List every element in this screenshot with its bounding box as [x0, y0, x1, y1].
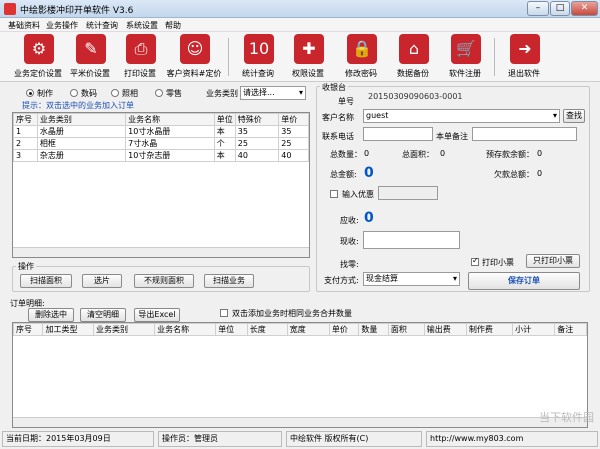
- discount-checkbox[interactable]: [330, 190, 338, 198]
- merge-quantity-checkbox[interactable]: [220, 309, 228, 317]
- radio-photo[interactable]: [111, 89, 119, 97]
- printer-icon: ⎙: [126, 34, 156, 64]
- remark-input[interactable]: [472, 127, 577, 141]
- home-icon: ⌂: [399, 34, 429, 64]
- received-input[interactable]: [363, 231, 460, 249]
- radio-retail-label: 零售: [166, 89, 182, 98]
- status-copyright: 中绘软件 版权所有(C): [286, 431, 422, 447]
- menu-basic-data[interactable]: 基础资料: [8, 20, 40, 31]
- print-ticket-checkbox[interactable]: [471, 256, 479, 266]
- print-ticket-label: 打印小票: [482, 258, 514, 267]
- app-logo-icon: [4, 3, 16, 15]
- cashier-title: 收银台: [320, 82, 348, 93]
- menu-business[interactable]: 业务操作: [46, 20, 78, 31]
- menu-settings[interactable]: 系统设置: [126, 20, 158, 31]
- save-order-button[interactable]: 保存订单: [468, 272, 580, 290]
- merge-quantity-label: 双击添加业务时相同业务合并数量: [232, 309, 352, 318]
- radio-retail[interactable]: [155, 89, 163, 97]
- horizontal-scrollbar[interactable]: [13, 417, 587, 427]
- maximize-button[interactable]: □: [550, 1, 570, 16]
- change-label: 找零:: [340, 260, 359, 269]
- minimize-button[interactable]: –: [527, 1, 549, 16]
- deposit-label: 预存款余额：: [486, 150, 534, 159]
- table-row[interactable]: 2 相框 7寸水晶 个 25 25: [13, 137, 309, 150]
- irregular-area-button[interactable]: 不规则面积: [134, 274, 194, 288]
- received-label: 现收:: [340, 237, 359, 246]
- total-area-value: 0: [440, 149, 446, 158]
- exit-arrow-icon: ➜: [510, 34, 540, 64]
- owed-value: 0: [537, 169, 543, 178]
- total-qty-label: 总数量：: [330, 150, 362, 159]
- dropdown-arrow-icon: ▾: [552, 111, 557, 120]
- owed-label: 欠款总额：: [494, 170, 534, 179]
- search-customer-button[interactable]: 查找: [563, 109, 585, 123]
- order-no-value: 20150309090603-0001: [368, 92, 463, 101]
- items-table: 序号 业务类别 业务名称 单位 特殊价 单价 1 水晶册 10寸水晶册 本 35…: [12, 112, 310, 258]
- shield-icon: ✚: [294, 34, 324, 64]
- dropdown-arrow-icon: ▾: [452, 274, 457, 283]
- order-no-label: 单号: [338, 97, 354, 106]
- export-excel-button[interactable]: 导出Excel: [134, 308, 180, 322]
- status-date: 当前日期：2015年03月09日: [2, 431, 154, 447]
- category-select[interactable]: 请选择... ▾: [240, 86, 306, 100]
- gear-icon: ⚙: [24, 34, 54, 64]
- radio-production[interactable]: [26, 89, 34, 97]
- status-operator: 操作员：管理员: [158, 431, 282, 447]
- receivable-value: 0: [364, 210, 374, 226]
- total-qty-value: 0: [364, 149, 370, 158]
- table-header: 序号 业务类别 业务名称 单位 特殊价 单价: [13, 113, 309, 126]
- window-title: 中绘影楼冲印开单软件 V3.6: [20, 6, 134, 16]
- delete-selected-button[interactable]: 删除选中: [28, 308, 74, 322]
- menu-statistics[interactable]: 统计查询: [86, 20, 118, 31]
- menu-help[interactable]: 帮助: [165, 20, 181, 31]
- contact-card-icon: ☺: [180, 34, 210, 64]
- table-header: 序号 加工类型 业务类别 业务名称 单位 长度 宽度 单价 数量 面积 输出费 …: [13, 323, 587, 336]
- radio-production-label: 制作: [37, 89, 53, 98]
- exit-button[interactable]: ➜ 退出软件: [492, 34, 556, 80]
- total-amount-value: 0: [364, 165, 374, 181]
- radio-digital[interactable]: [70, 89, 78, 97]
- print-ticket-only-button[interactable]: 只打印小票: [526, 254, 580, 268]
- customer-pricing-button[interactable]: ☺ 客户资料#定价: [162, 34, 226, 80]
- phone-label: 联系电话: [322, 132, 354, 141]
- table-row[interactable]: 1 水晶册 10寸水晶册 本 35 35: [13, 125, 309, 138]
- discount-input[interactable]: [378, 186, 438, 200]
- operations-title: 操作: [16, 261, 36, 272]
- receivable-label: 应收:: [340, 216, 359, 225]
- customer-label: 客户名称: [322, 113, 354, 122]
- lock-icon: 🔒: [347, 34, 377, 64]
- radio-photo-label: 照相: [122, 89, 138, 98]
- scan-area-button[interactable]: 扫描面积: [20, 274, 72, 288]
- watermark-text: 当下软件园: [539, 411, 594, 424]
- discount-label: 输入优惠: [342, 190, 374, 199]
- phone-input[interactable]: [363, 127, 433, 141]
- dropdown-arrow-icon: ▾: [298, 88, 303, 97]
- total-area-label: 总面积：: [402, 150, 434, 159]
- payment-select[interactable]: 现金结算 ▾: [363, 272, 460, 286]
- payment-label: 支付方式:: [324, 276, 359, 285]
- scan-business-button[interactable]: 扫描业务: [204, 274, 254, 288]
- cart-icon: 🛒: [451, 34, 481, 64]
- title-bar: 中绘影楼冲印开单软件 V3.6 – □ ✕: [0, 0, 600, 18]
- table-row[interactable]: 3 杂志册 10寸杂志册 本 40 40: [13, 149, 309, 162]
- select-photo-button[interactable]: 选片: [82, 274, 122, 288]
- clear-detail-button[interactable]: 清空明细: [80, 308, 126, 322]
- deposit-value: 0: [537, 149, 543, 158]
- status-url: http://www.my803.com: [426, 431, 598, 447]
- order-detail-table: 序号 加工类型 业务类别 业务名称 单位 长度 宽度 单价 数量 面积 输出费 …: [12, 322, 588, 428]
- menu-bar: 基础资料 业务操作 统计查询 系统设置 帮助: [0, 18, 600, 32]
- category-label: 业务类别: [206, 89, 238, 98]
- horizontal-scrollbar[interactable]: [13, 247, 309, 257]
- remark-label: 本单备注: [436, 132, 468, 141]
- toolbar: ⚙ 业务定价设置 ✎ 平米价设置 ⎙ 打印设置 ☺ 客户资料#定价 10 统计查…: [0, 32, 600, 82]
- hint-text: 提示：双击选中的业务加入订单: [22, 101, 134, 110]
- close-button[interactable]: ✕: [571, 1, 598, 16]
- total-amount-label: 总金额:: [330, 170, 357, 179]
- wrench-icon: ✎: [76, 34, 106, 64]
- radio-digital-label: 数码: [81, 89, 97, 98]
- calendar-icon: 10: [244, 34, 274, 64]
- customer-select[interactable]: guest ▾: [363, 109, 560, 123]
